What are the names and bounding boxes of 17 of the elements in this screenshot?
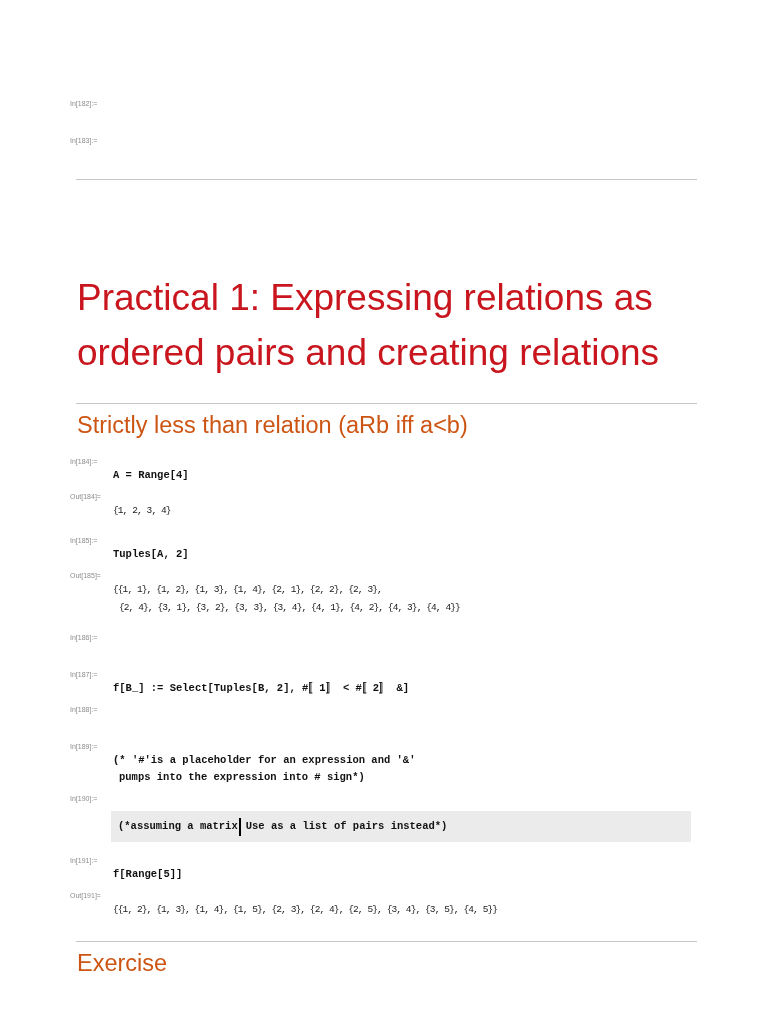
code-text: Use as a list of pairs instead*) — [245, 819, 448, 834]
output-text: {{1, 2}, {1, 3}, {1, 4}, {1, 5}, {2, 3}, {2, 4}, {2, 5}, {3, 4}, {3, 5}, {4, 5}} — [113, 903, 498, 917]
text-cursor-icon — [238, 817, 241, 836]
notebook-title: Practical 1: Expressing relations as ordered pairs and creating relations — [77, 276, 661, 375]
output-text: {1, 2, 3, 4} — [113, 504, 171, 518]
section-heading: Exercise — [77, 949, 168, 977]
output-text: {{1, 1}, {1, 2}, {1, 3}, {1, 4}, {2, 1}, {2, 2}, {2, 3}, — [113, 583, 382, 597]
selected-cell[interactable]: (*assuming a matrix Use as a list of pairs instead*) — [111, 811, 691, 842]
code-line: f[Range[5]] — [113, 867, 183, 882]
output-text: {2, 4}, {3, 1}, {3, 2}, {3, 3}, {3, 4}, {4, 1}, {4, 2}, {4, 3}, {4, 4}} — [118, 601, 460, 615]
code-line: f[B_] := Select[Tuples[B, 2], #〚1〛 < #〚2〛 &] — [113, 681, 410, 696]
code-line: A = Range[4] — [113, 468, 189, 483]
section-heading: Strictly less than relation (aRb iff a<b) — [77, 411, 468, 439]
code-line: Tuples[A, 2] — [113, 547, 189, 562]
code-line: (* '#'is a placeholder for an expression and '&' — [113, 753, 416, 768]
code-text: (*assuming a matrix — [118, 819, 238, 834]
code-line: pumps into the expression into # sign*) — [118, 770, 365, 785]
